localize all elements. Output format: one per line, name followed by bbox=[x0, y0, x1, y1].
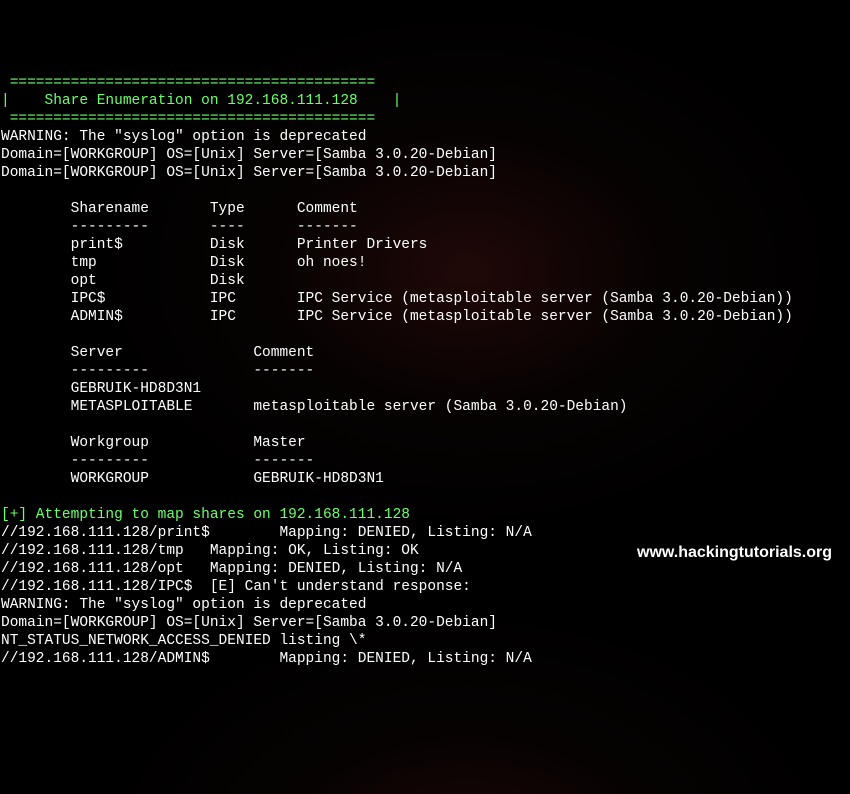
domain-info-2: Domain=[WORKGROUP] OS=[Unix] Server=[Sam… bbox=[1, 165, 497, 181]
attempt-map-shares: [+] Attempting to map shares on 192.168.… bbox=[1, 507, 410, 523]
mapping-row: //192.168.111.128/print$ Mapping: DENIED… bbox=[1, 525, 532, 541]
warning-syslog: WARNING: The "syslog" option is deprecat… bbox=[1, 129, 366, 145]
header-title: | Share Enumeration on 192.168.111.128 | bbox=[1, 93, 401, 109]
domain-info-1: Domain=[WORKGROUP] OS=[Unix] Server=[Sam… bbox=[1, 147, 497, 163]
mapping-row: //192.168.111.128/opt Mapping: DENIED, L… bbox=[1, 561, 462, 577]
share-row: IPC$ IPC IPC Service (metasploitable ser… bbox=[1, 291, 793, 307]
shares-column-header: Sharename Type Comment bbox=[1, 201, 358, 217]
mapping-row: //192.168.111.128/IPC$ [E] Can't underst… bbox=[1, 579, 471, 595]
header-border-bottom: ========================================… bbox=[1, 111, 384, 127]
domain-info-3: Domain=[WORKGROUP] OS=[Unix] Server=[Sam… bbox=[1, 615, 497, 631]
mapping-row: //192.168.111.128/tmp Mapping: OK, Listi… bbox=[1, 543, 419, 559]
warning-syslog-2: WARNING: The "syslog" option is deprecat… bbox=[1, 597, 366, 613]
server-row: GEBRUIK-HD8D3N1 bbox=[1, 381, 201, 397]
share-row: ADMIN$ IPC IPC Service (metasploitable s… bbox=[1, 309, 793, 325]
server-row: METASPLOITABLE metasploitable server (Sa… bbox=[1, 399, 628, 415]
share-row: print$ Disk Printer Drivers bbox=[1, 237, 427, 253]
share-row: tmp Disk oh noes! bbox=[1, 255, 366, 271]
terminal-output: ========================================… bbox=[1, 74, 849, 668]
nt-status-denied: NT_STATUS_NETWORK_ACCESS_DENIED listing … bbox=[1, 633, 366, 649]
share-row: opt Disk bbox=[1, 273, 297, 289]
server-column-divider: --------- ------- bbox=[1, 363, 314, 379]
header-border-top: ========================================… bbox=[1, 75, 384, 91]
workgroup-column-header: Workgroup Master bbox=[1, 435, 306, 451]
watermark-text: www.hackingtutorials.org bbox=[637, 544, 832, 562]
workgroup-row: WORKGROUP GEBRUIK-HD8D3N1 bbox=[1, 471, 384, 487]
workgroup-column-divider: --------- ------- bbox=[1, 453, 314, 469]
shares-column-divider: --------- ---- ------- bbox=[1, 219, 358, 235]
mapping-row-admin: //192.168.111.128/ADMIN$ Mapping: DENIED… bbox=[1, 651, 532, 667]
server-column-header: Server Comment bbox=[1, 345, 314, 361]
